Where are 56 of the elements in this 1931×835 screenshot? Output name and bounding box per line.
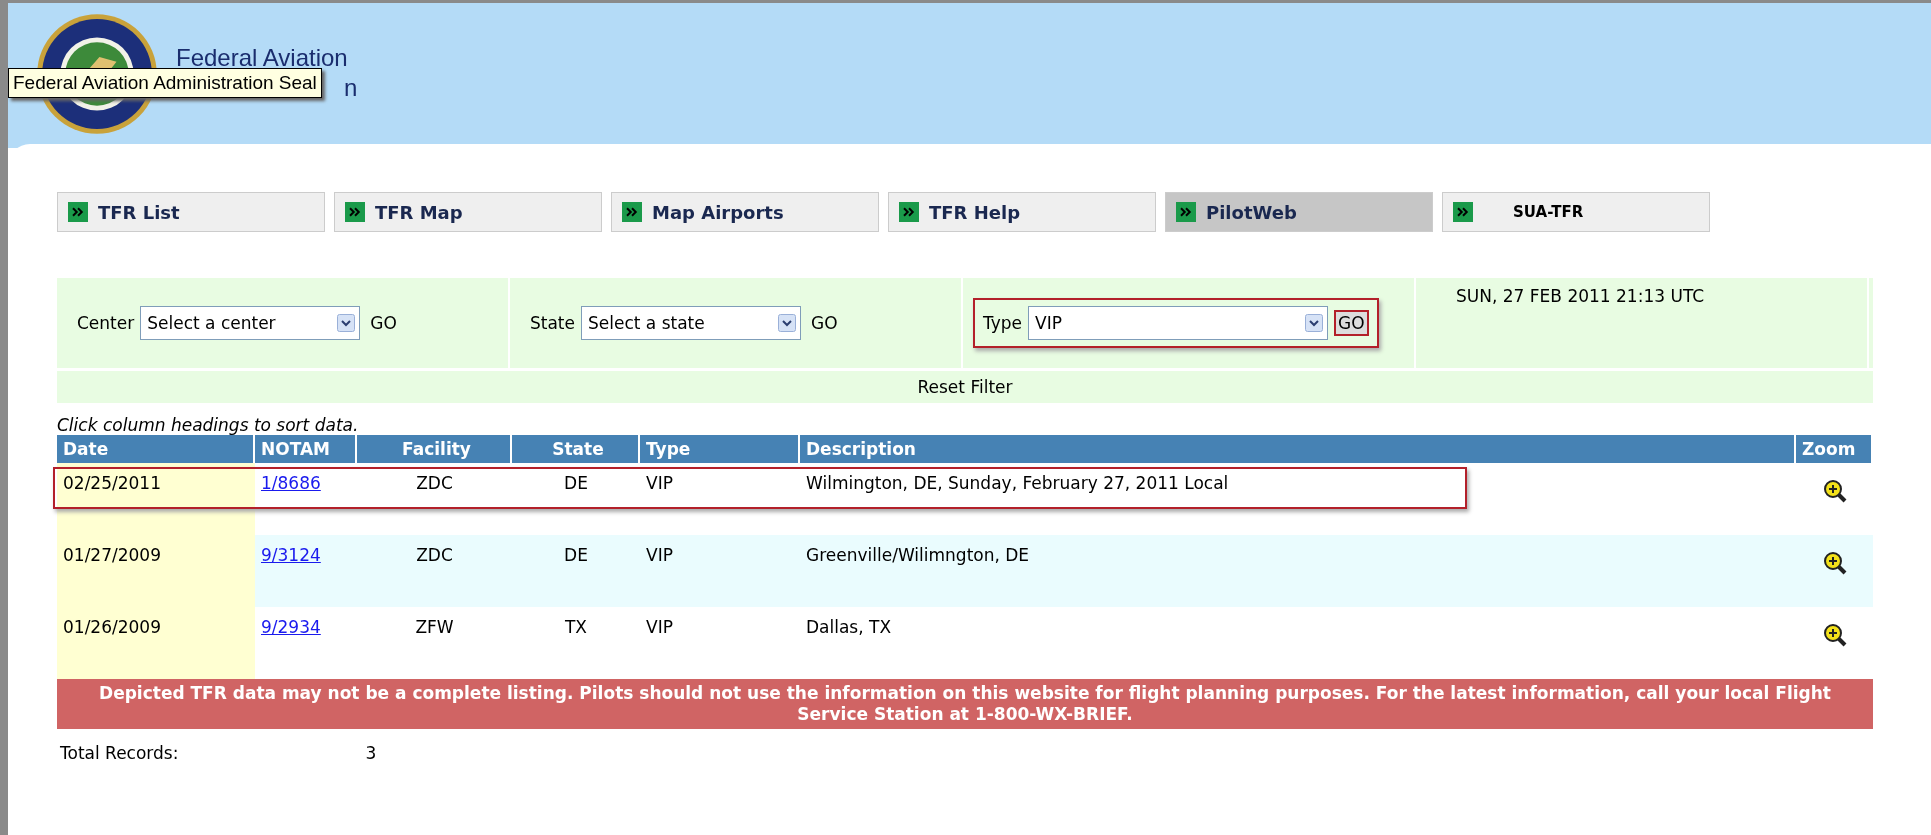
timestamp: SUN, 27 FEB 2011 21:13 UTC	[1456, 286, 1705, 306]
zoom-in-icon[interactable]	[1822, 551, 1847, 575]
table-cell: DE	[564, 545, 588, 565]
nav-tab[interactable]: Map Airports	[611, 192, 879, 232]
table-cell: 02/25/2011	[63, 473, 161, 493]
arrows-icon	[1176, 202, 1196, 222]
nav-tab[interactable]: TFR Map	[334, 192, 602, 232]
go-button[interactable]: GO	[807, 310, 842, 336]
warning-banner: Depicted TFR data may not be a complete listing. Pilots should not use the information on this website for flight planning purposes. For the latest information, call your local Flight Service Station at 1-800-WX-BRIEF.	[57, 679, 1873, 729]
table-cell: ZDC	[416, 545, 453, 565]
table-cell: 01/27/2009	[63, 545, 161, 565]
filter-dropdown[interactable]: Select a center	[140, 306, 361, 340]
table-cell: Wilmington, DE, Sunday, February 27, 2011 Local	[806, 473, 1229, 493]
filter-label: Center	[77, 313, 135, 333]
table-cell: VIP	[646, 617, 673, 637]
nav-tab[interactable]: PilotWeb	[1165, 192, 1433, 232]
arrows-icon	[68, 202, 88, 222]
notam-link[interactable]: 1/8686	[261, 473, 321, 493]
column-header[interactable]: NOTAM	[255, 435, 357, 463]
notam-link[interactable]: 9/2934	[261, 617, 321, 637]
total-records-label: Total Records:	[60, 743, 180, 763]
table-cell: Greenville/Wilimngton, DE	[806, 545, 1030, 565]
arrows-icon	[899, 202, 919, 222]
filter-dropdown[interactable]: Select a state	[581, 306, 801, 340]
table-cell: VIP	[646, 473, 673, 493]
total-records-value: 3	[365, 743, 377, 763]
sort-hint: Click column headings to sort data.	[57, 415, 360, 435]
nav-tab[interactable]: SUA-TFR	[1442, 192, 1710, 232]
tooltip: Federal Aviation Administration Seal	[8, 68, 322, 98]
column-header[interactable]: Type	[640, 435, 800, 463]
column-header[interactable]: Zoom	[1796, 435, 1873, 463]
arrows-icon	[345, 202, 365, 222]
table-cell: 01/26/2009	[63, 617, 161, 637]
table-cell: TX	[565, 617, 587, 637]
go-button[interactable]: GO	[1334, 310, 1369, 336]
site-title-fragment: n	[344, 73, 358, 103]
nav-tab[interactable]: TFR Help	[888, 192, 1156, 232]
table-cell: ZDC	[416, 473, 453, 493]
column-header[interactable]: State	[512, 435, 640, 463]
zoom-in-icon[interactable]	[1822, 623, 1847, 647]
filter-label: Type	[983, 313, 1023, 333]
notam-link[interactable]: 9/3124	[261, 545, 321, 565]
table-cell: VIP	[646, 545, 673, 565]
arrows-icon	[622, 202, 642, 222]
filter-label: State	[530, 313, 575, 333]
zoom-in-icon[interactable]	[1822, 479, 1847, 503]
arrows-icon	[1453, 202, 1473, 222]
reset-filter-button[interactable]: Reset Filter	[57, 371, 1873, 403]
table-cell: DE	[564, 473, 588, 493]
table-cell: Dallas, TX	[806, 617, 892, 637]
column-header[interactable]: Facility	[357, 435, 512, 463]
go-button[interactable]: GO	[366, 310, 401, 336]
filter-dropdown[interactable]: VIP	[1028, 306, 1329, 340]
column-header[interactable]: Description	[800, 435, 1796, 463]
table-cell: ZFW	[415, 617, 454, 637]
nav-tab[interactable]: TFR List	[57, 192, 325, 232]
